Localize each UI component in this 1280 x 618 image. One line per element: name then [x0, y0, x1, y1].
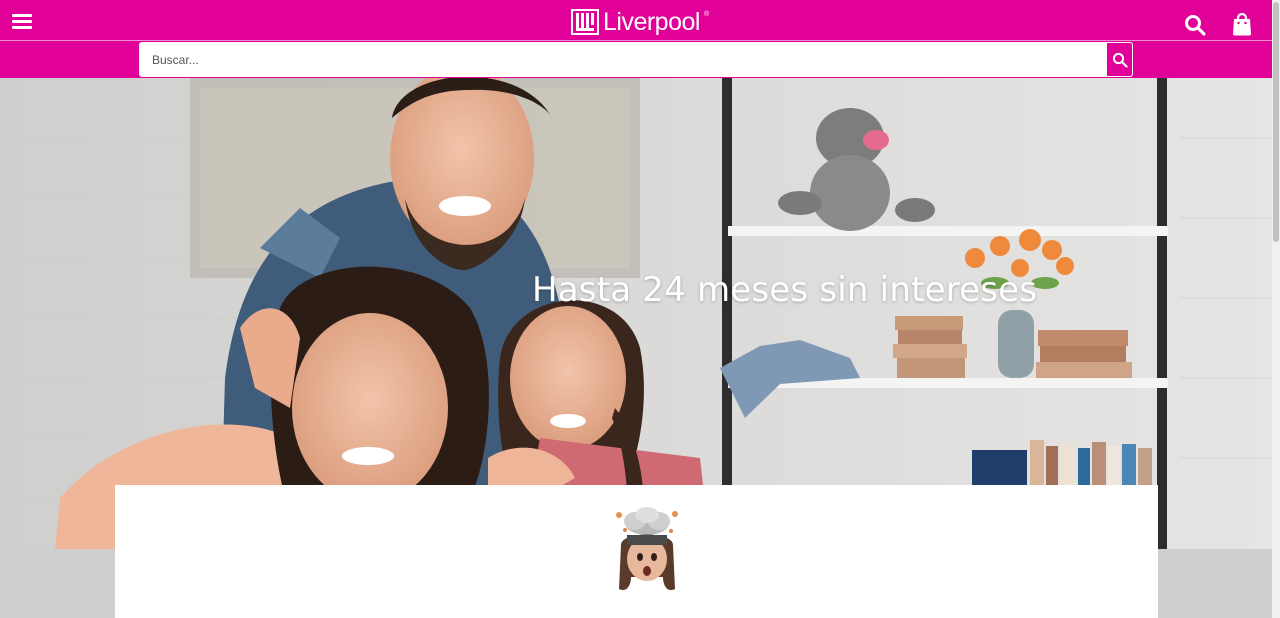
liverpool-logo-mark-icon — [571, 9, 599, 35]
hamburger-menu-icon[interactable] — [12, 12, 34, 30]
shopping-bag-icon[interactable] — [1231, 12, 1253, 36]
search-submit-button[interactable] — [1107, 42, 1133, 77]
top-navbar: Liverpool ® — [0, 0, 1272, 41]
page: Liverpool ® Buscar... Hasta 24 meses sin… — [0, 0, 1280, 618]
hero-title: Hasta 24 meses sin intereses — [532, 270, 1038, 310]
registered-mark: ® — [703, 10, 710, 18]
search-bar — [0, 41, 1272, 78]
brand-name: Liverpool — [603, 8, 700, 36]
content-card — [115, 485, 1158, 618]
liverpool-logo[interactable]: Liverpool ® — [571, 8, 709, 36]
search-icon — [1112, 52, 1128, 68]
page-scrollbar[interactable] — [1272, 0, 1280, 618]
search-icon[interactable] — [1184, 14, 1206, 36]
search-input[interactable] — [139, 42, 1107, 77]
scrollbar-thumb[interactable] — [1273, 2, 1279, 242]
hero-banner[interactable]: Hasta 24 meses sin intereses — [0, 78, 1272, 549]
mind-blown-memoji-icon — [616, 507, 678, 591]
family-photo — [0, 78, 1272, 549]
